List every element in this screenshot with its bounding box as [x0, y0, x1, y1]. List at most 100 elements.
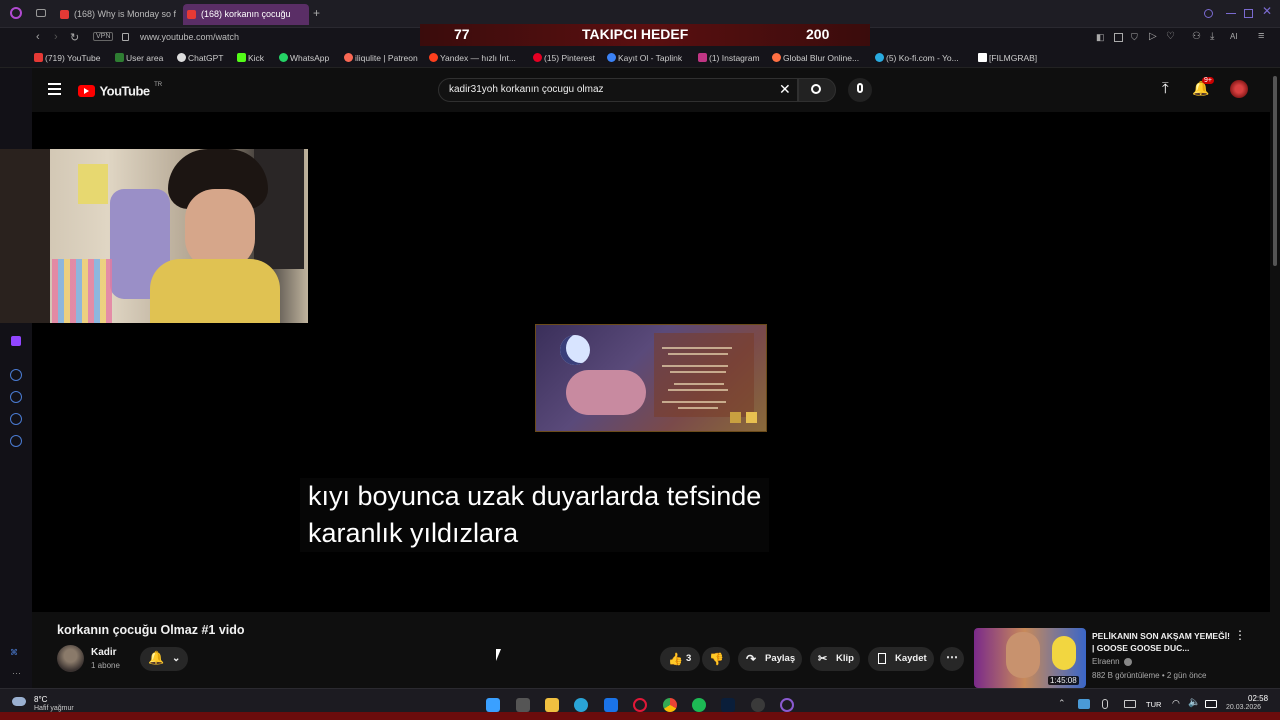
forward-icon[interactable]: › [54, 31, 58, 43]
bookmark-youtube[interactable]: (719) YouTube [34, 53, 100, 63]
maximize-icon[interactable] [1244, 9, 1253, 18]
tray-app-icon[interactable] [1078, 699, 1090, 709]
sidebar-more-icon[interactable]: ⌘ [10, 648, 18, 657]
closed-captions: kıyı boyunca uzak duyarlarda tefsinde ka… [300, 478, 770, 552]
twitch-icon[interactable] [11, 336, 21, 346]
close-window-icon[interactable]: ✕ [1262, 4, 1272, 18]
volume-icon[interactable]: 🔈 [1188, 697, 1200, 708]
voice-search-button[interactable] [848, 78, 872, 102]
mute-icon [730, 412, 741, 423]
avatar[interactable] [1230, 80, 1248, 98]
hamburger-menu-icon[interactable] [48, 83, 61, 95]
language-indicator[interactable]: TUR [1146, 700, 1161, 709]
weather-desc: Hafif yağmur [34, 705, 74, 712]
new-tab-button[interactable]: + [313, 6, 320, 20]
subscribe-notifications-button[interactable]: 🔔 ⌄ [140, 647, 188, 671]
search-button[interactable] [798, 78, 836, 102]
spotify-icon[interactable] [692, 698, 706, 712]
battery-icon[interactable] [1205, 700, 1217, 708]
save-label: Kaydet [895, 653, 927, 664]
more-actions-button[interactable]: ⋯ [940, 647, 964, 671]
tray-keyboard-icon[interactable] [1124, 700, 1136, 708]
notifications-button[interactable]: 🔔 9+ [1192, 77, 1214, 100]
vpn-badge[interactable]: VPN [93, 32, 114, 41]
webcam-shelf-items [52, 259, 112, 323]
dislike-button[interactable]: 👎 [702, 647, 730, 671]
back-icon[interactable]: ‹ [36, 31, 40, 43]
mail-icon[interactable] [604, 698, 618, 712]
taplink-icon [607, 53, 616, 62]
tray-microphone-icon[interactable] [1102, 699, 1108, 709]
start-windows-icon[interactable] [486, 698, 500, 712]
address-field[interactable]: www.youtube.com/watch [140, 32, 239, 42]
recommended-thumbnail[interactable]: 1:45:08 [974, 628, 1086, 688]
clip-button[interactable]: ✂ Klip [810, 647, 860, 671]
show-hidden-icons-icon[interactable]: ⌃ [1058, 698, 1066, 709]
bookmark-page-icon[interactable]: ◧ [1096, 32, 1105, 43]
settings-icon[interactable] [10, 435, 22, 447]
workspaces-icon[interactable] [36, 9, 46, 17]
bookmark-filmgrab[interactable]: [FILMGRAB] [978, 53, 1037, 63]
search-tabs-icon[interactable] [1204, 9, 1213, 18]
photoshop-icon[interactable] [721, 698, 735, 712]
bookmark-instagram[interactable]: (1) Instagram [698, 53, 760, 63]
download-icon[interactable]: ⤓ [1210, 31, 1214, 42]
chrome-icon[interactable] [663, 698, 677, 712]
tab-korkanin-cocugu[interactable]: (168) korkanın çocuğu [183, 4, 309, 25]
youtube-favicon-icon [60, 10, 69, 19]
weather-temp: 8°C [34, 695, 48, 704]
opera-menu-icon[interactable] [10, 7, 22, 19]
sidebar-menu-icon[interactable]: ⋯ [12, 668, 21, 679]
reload-icon[interactable]: ↻ [70, 31, 79, 44]
recommended-title[interactable]: PELİKANIN SON AKŞAM YEMEĞİ! | GOOSE GOOS… [1092, 630, 1232, 654]
bookmark-kick[interactable]: Kick [237, 53, 264, 63]
video-frame-illustration [535, 324, 767, 432]
bookmark-yandex[interactable]: Yandex — hızlı İnt... [429, 53, 516, 63]
task-view-icon[interactable] [516, 698, 530, 712]
recommended-menu-icon[interactable]: ⋮ [1234, 628, 1246, 642]
bookmark-taplink[interactable]: Kayıt Ol - Taplink [607, 53, 682, 63]
wifi-icon[interactable]: ◠ [1172, 698, 1180, 709]
clock-date[interactable]: 20.03.2026 [1226, 704, 1261, 711]
snapshot-icon[interactable] [1114, 33, 1123, 42]
heart-icon[interactable]: ♡ [1166, 31, 1175, 42]
thumbnail-face [1006, 632, 1040, 678]
bookmark-global-blur[interactable]: Global Blur Online... [772, 53, 859, 63]
messenger-icon[interactable] [10, 369, 22, 381]
adblock-shield-icon[interactable]: ⛉ [1131, 32, 1138, 43]
bookmark-user-area[interactable]: User area [115, 53, 163, 63]
history-icon[interactable] [10, 391, 22, 403]
tab-monday[interactable]: (168) Why is Monday so fa [56, 4, 176, 25]
opera-gx-icon[interactable] [633, 698, 647, 712]
like-button[interactable]: 👍 3 [660, 647, 700, 671]
search-input[interactable]: kadir31yoh korkanın çocugu olmaz [449, 84, 604, 95]
player-icon[interactable]: ▷ [1149, 31, 1157, 42]
bookmark-kofi[interactable]: (5) Ko-fi.com - Yo... [875, 53, 959, 63]
edge-icon[interactable] [574, 698, 588, 712]
minimize-icon[interactable] [1226, 13, 1236, 14]
account-icon[interactable]: ⚇ [1192, 31, 1201, 42]
youtube-logo[interactable]: YouTube TR [78, 82, 162, 100]
easy-setup-icon[interactable]: ≡ [1258, 30, 1264, 42]
save-button[interactable]: Kaydet [868, 647, 934, 671]
file-explorer-icon[interactable] [545, 698, 559, 712]
bookmark-chatgpt[interactable]: ChatGPT [177, 53, 223, 63]
youtube-logo-text: YouTube [99, 83, 150, 99]
bookmark-pinterest[interactable]: (15) Pinterest [533, 53, 595, 63]
scrollbar-thumb[interactable] [1273, 76, 1277, 266]
pinboard-icon[interactable] [10, 413, 22, 425]
clock-time[interactable]: 02:58 [1248, 694, 1268, 703]
page-scrollbar[interactable] [1270, 68, 1280, 688]
share-button[interactable]: ↷ Paylaş [738, 647, 802, 671]
bookmark-patreon[interactable]: iliqulite | Patreon [344, 53, 418, 63]
recommended-channel[interactable]: Elraenn [1092, 657, 1132, 666]
app-circle-icon[interactable] [780, 698, 794, 712]
create-upload-icon[interactable]: ⤒ [1162, 80, 1169, 97]
bookmark-whatsapp[interactable]: WhatsApp [279, 53, 329, 63]
channel-name[interactable]: Kadir [91, 647, 117, 658]
clear-search-icon[interactable]: ✕ [779, 81, 791, 98]
channel-avatar[interactable] [57, 645, 84, 672]
obs-icon[interactable] [751, 698, 765, 712]
aria-ai-icon[interactable]: AI [1230, 32, 1238, 41]
story-text-panel [654, 333, 754, 417]
